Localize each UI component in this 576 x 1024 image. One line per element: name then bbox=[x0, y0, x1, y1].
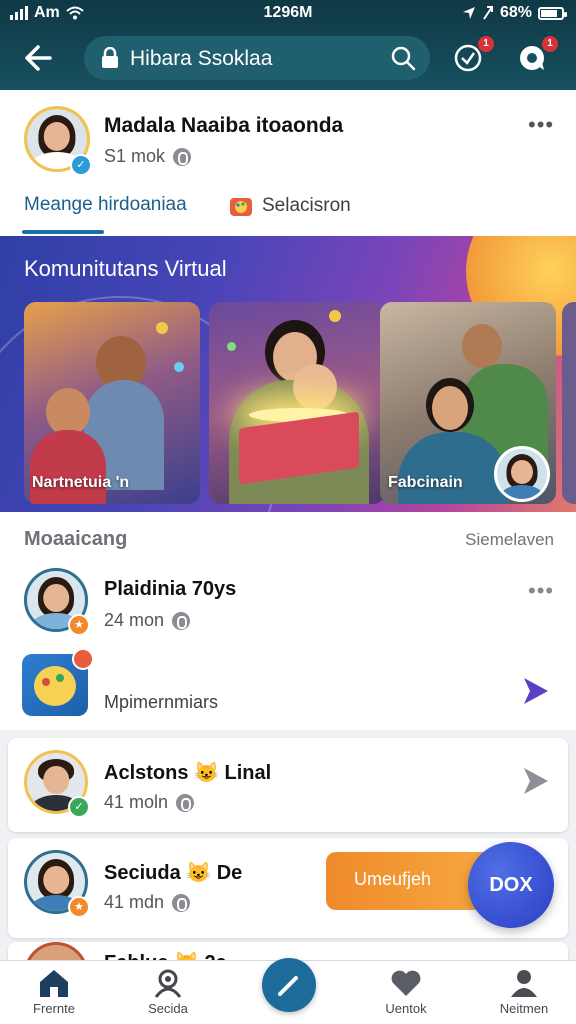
feed-post-2[interactable]: ✓ Aclstons 😺 Linal 41 moln bbox=[8, 738, 568, 832]
tab-selection-label: Selacisron bbox=[262, 195, 351, 216]
floating-action-button[interactable]: DOX bbox=[468, 842, 554, 928]
top-app-bar: Am 1296M 68% Hibara Ssoklaa 1 1 bbox=[0, 0, 576, 90]
post-1-badge-icon: ★ bbox=[68, 614, 90, 636]
nav-home-label: Frernte bbox=[33, 1001, 75, 1016]
tab-main[interactable]: Meange hirdoaniaa bbox=[24, 194, 187, 216]
post-2-name: Aclstons bbox=[104, 762, 189, 784]
group-icon bbox=[154, 969, 182, 998]
signal-arrow-icon bbox=[483, 6, 493, 20]
profile-tabs: Meange hirdoaniaa Selacisron bbox=[0, 186, 576, 236]
post-1-meta: 24 mon bbox=[104, 610, 191, 631]
palette-icon bbox=[230, 198, 252, 216]
post-1-more-icon[interactable]: ••• bbox=[528, 578, 554, 604]
post-3-badge-icon: ★ bbox=[68, 896, 90, 918]
community-banner: Komunitutans Virtual Nartnetuia 'n Fabci… bbox=[0, 236, 576, 512]
feed-post-1: ★ Plaidinia 70ys 24 mon ••• Mpimernmiars bbox=[0, 560, 576, 730]
person-icon bbox=[511, 970, 537, 997]
status-bar: Am 1296M 68% bbox=[0, 0, 576, 26]
home-icon bbox=[40, 970, 68, 997]
post-2-name-suffix: Linal bbox=[224, 762, 272, 784]
section-title: Moaaicang bbox=[24, 528, 128, 550]
community-card-4[interactable] bbox=[562, 302, 576, 504]
attachment-thumbnail[interactable] bbox=[22, 648, 94, 716]
post-1-name: Plaidinia 70ys bbox=[104, 578, 237, 600]
tab-selection[interactable]: Selacisron bbox=[228, 194, 351, 218]
profile-header: ✓ Madala Naaiba itoaonda S1 mok ••• Mean… bbox=[0, 90, 576, 236]
battery-percent: 68% bbox=[499, 4, 532, 21]
play-icon[interactable] bbox=[518, 674, 552, 708]
search-field[interactable]: Hibara Ssoklaa bbox=[84, 36, 430, 80]
lock-icon bbox=[102, 47, 118, 68]
nav-favorites[interactable]: Uentok bbox=[356, 967, 456, 1016]
profile-name: Madala Naaiba itoaonda bbox=[104, 114, 344, 137]
pencil-icon bbox=[278, 976, 298, 996]
globe-icon bbox=[172, 611, 191, 630]
active-tab-indicator bbox=[22, 230, 104, 234]
promo-pill-button[interactable]: Umeufjeh bbox=[326, 852, 486, 910]
globe-icon bbox=[173, 147, 192, 166]
location-icon bbox=[462, 7, 475, 19]
nav-profile[interactable]: Neitmen bbox=[474, 967, 574, 1016]
attachment-label: Mpimernmiars bbox=[104, 692, 219, 712]
profile-meta: S1 mok bbox=[104, 146, 192, 167]
post-3-name-suffix: De bbox=[216, 862, 243, 884]
nav-favorites-label: Uentok bbox=[385, 1001, 427, 1016]
messages-badge: 1 bbox=[542, 36, 558, 52]
post-2-badge-icon: ✓ bbox=[68, 796, 90, 818]
globe-icon bbox=[176, 793, 195, 812]
search-text: Hibara Ssoklaa bbox=[130, 47, 273, 70]
community-card-1-caption: Nartnetuia 'n bbox=[32, 474, 130, 491]
profile-time: S1 mok bbox=[104, 146, 166, 166]
compose-button[interactable] bbox=[262, 958, 316, 1012]
community-card-1[interactable]: Nartnetuia 'n bbox=[24, 302, 200, 504]
see-all-link[interactable]: Siemelaven bbox=[465, 530, 554, 550]
section-header: Moaaicang Siemelaven bbox=[0, 512, 576, 560]
search-icon[interactable] bbox=[390, 45, 416, 71]
post-3-name-line: Seciuda 😺 De bbox=[104, 860, 242, 885]
battery-icon bbox=[538, 6, 567, 20]
community-card-3-avatar bbox=[494, 446, 550, 502]
post-3-emoji: 😺 bbox=[186, 862, 212, 884]
community-card-3-caption: Fabcinain bbox=[388, 474, 463, 491]
post-2-time: 41 moln bbox=[104, 792, 169, 812]
verified-badge-icon: ✓ bbox=[70, 154, 92, 176]
nav-profile-label: Neitmen bbox=[499, 1001, 549, 1016]
back-button[interactable] bbox=[20, 40, 60, 76]
post-2-meta: 41 moln bbox=[104, 792, 195, 813]
nav-groups[interactable]: Secida bbox=[118, 967, 218, 1016]
post-1-time: 24 mon bbox=[104, 610, 165, 630]
heart-icon bbox=[391, 970, 421, 996]
post-2-name-line: Aclstons 😺 Linal bbox=[104, 760, 271, 785]
nav-home[interactable]: Frernte bbox=[4, 967, 104, 1016]
post-3-meta: 41 mdn bbox=[104, 892, 191, 913]
post-3-time: 41 mdn bbox=[104, 892, 165, 912]
community-title: Komunitutans Virtual bbox=[24, 256, 227, 281]
globe-icon bbox=[172, 893, 191, 912]
post-2-play-icon[interactable] bbox=[518, 764, 552, 798]
community-card-3[interactable]: Fabcinain bbox=[380, 302, 556, 504]
notification-badge: 1 bbox=[478, 36, 494, 52]
post-3-name: Seciuda bbox=[104, 862, 181, 884]
nav-groups-label: Secida bbox=[148, 1001, 188, 1016]
post-2-emoji: 😺 bbox=[194, 762, 219, 784]
messages-button[interactable]: 1 bbox=[516, 36, 558, 76]
notifications-button[interactable]: 1 bbox=[452, 36, 494, 76]
community-card-2[interactable] bbox=[209, 302, 385, 504]
back-arrow-icon bbox=[25, 45, 52, 71]
more-options-icon[interactable]: ••• bbox=[528, 112, 554, 138]
